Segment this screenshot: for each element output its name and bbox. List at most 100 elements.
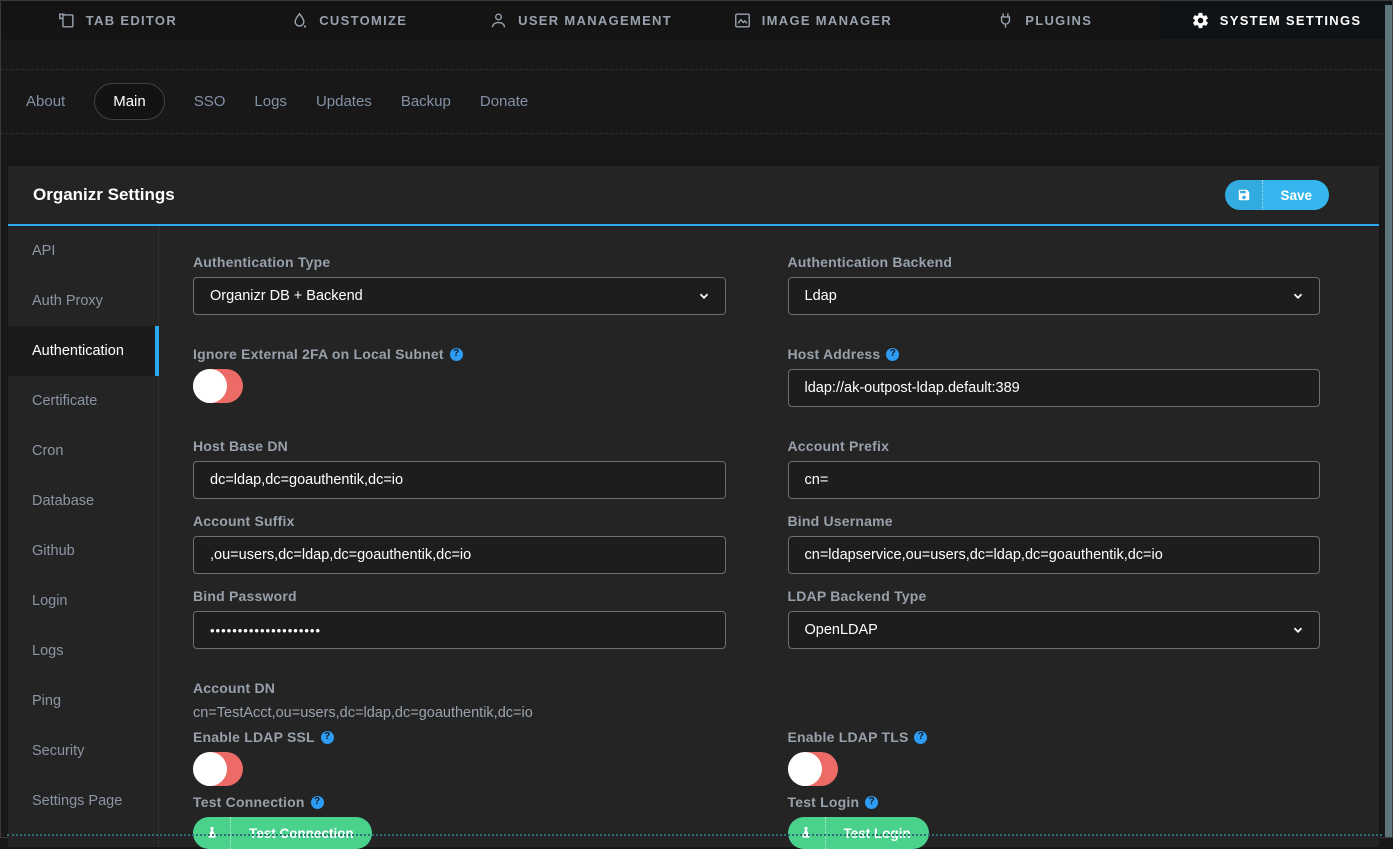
field-authentication-backend: Authentication Backend Ldap bbox=[788, 254, 1321, 315]
field-test-login: Test Login ? Test Login bbox=[788, 794, 1321, 849]
sidebar-item-ping[interactable]: Ping bbox=[8, 676, 158, 726]
nav-tab-editor[interactable]: TAB EDITOR bbox=[1, 1, 233, 39]
customize-icon bbox=[290, 11, 309, 30]
bind-password-input[interactable] bbox=[193, 611, 726, 649]
nav-user-management[interactable]: USER MANAGEMENT bbox=[465, 1, 697, 39]
flask-icon bbox=[788, 817, 826, 849]
nav-label: SYSTEM SETTINGS bbox=[1220, 13, 1362, 28]
field-label: Ignore External 2FA on Local Subnet bbox=[193, 346, 444, 362]
field-account-suffix: Account Suffix bbox=[193, 513, 726, 574]
sidebar-item-api[interactable]: API bbox=[8, 226, 158, 276]
subnav-logs[interactable]: Logs bbox=[254, 84, 287, 119]
sidebar-item-authentication[interactable]: Authentication bbox=[8, 326, 159, 376]
field-label: Host Base DN bbox=[193, 438, 726, 454]
nav-customize[interactable]: CUSTOMIZE bbox=[233, 1, 465, 39]
select-value: Organizr DB + Backend bbox=[210, 288, 363, 304]
nav-label: PLUGINS bbox=[1025, 13, 1092, 28]
settings-sidebar: API Auth Proxy Authentication Certificat… bbox=[8, 226, 159, 847]
test-login-button[interactable]: Test Login bbox=[788, 817, 929, 849]
floppy-disk-icon bbox=[1225, 180, 1263, 210]
field-label: Account DN bbox=[193, 680, 726, 696]
question-circle-icon[interactable]: ? bbox=[886, 348, 899, 361]
field-label: LDAP Backend Type bbox=[788, 588, 1321, 604]
account-suffix-input[interactable] bbox=[193, 536, 726, 574]
field-authentication-type: Authentication Type Organizr DB + Backen… bbox=[193, 254, 726, 315]
field-label: Test Login bbox=[788, 794, 860, 810]
enable-ldap-ssl-toggle[interactable] bbox=[193, 752, 243, 786]
field-test-connection: Test Connection ? Test Connection bbox=[193, 794, 726, 849]
authentication-backend-select[interactable]: Ldap bbox=[788, 277, 1321, 315]
window-scrollbar-track[interactable] bbox=[1385, 5, 1392, 837]
authentication-form: Authentication Type Organizr DB + Backen… bbox=[159, 226, 1379, 847]
sidebar-item-login[interactable]: Login bbox=[8, 576, 158, 626]
field-bind-password: Bind Password bbox=[193, 588, 726, 649]
bind-username-input[interactable] bbox=[788, 536, 1321, 574]
test-connection-button[interactable]: Test Connection bbox=[193, 817, 372, 849]
host-base-dn-input[interactable] bbox=[193, 461, 726, 499]
sidebar-item-auth-proxy[interactable]: Auth Proxy bbox=[8, 276, 158, 326]
field-bind-username: Bind Username bbox=[788, 513, 1321, 574]
chevron-down-icon bbox=[1291, 289, 1305, 303]
toggle-knob bbox=[193, 752, 227, 786]
field-enable-ldap-ssl: Enable LDAP SSL ? bbox=[193, 729, 726, 786]
nav-system-settings[interactable]: SYSTEM SETTINGS bbox=[1160, 1, 1392, 39]
nav-plugins[interactable]: PLUGINS bbox=[928, 1, 1160, 39]
plug-icon bbox=[996, 11, 1015, 30]
field-host-address: Host Address ? bbox=[788, 346, 1321, 407]
field-label: Bind Username bbox=[788, 513, 1321, 529]
save-button-label: Save bbox=[1263, 180, 1329, 210]
subnav-main[interactable]: Main bbox=[94, 83, 165, 120]
sidebar-item-cron[interactable]: Cron bbox=[8, 426, 158, 476]
nav-image-manager[interactable]: IMAGE MANAGER bbox=[696, 1, 928, 39]
question-circle-icon[interactable]: ? bbox=[450, 348, 463, 361]
top-navigation: TAB EDITOR CUSTOMIZE USER MANAGEMENT IMA… bbox=[1, 1, 1392, 39]
subnav-backup[interactable]: Backup bbox=[401, 84, 451, 119]
nav-label: IMAGE MANAGER bbox=[762, 13, 892, 28]
select-value: Ldap bbox=[805, 288, 837, 304]
field-ignore-2fa: Ignore External 2FA on Local Subnet ? bbox=[193, 346, 726, 407]
question-circle-icon[interactable]: ? bbox=[865, 796, 878, 809]
panel-bottom-border bbox=[7, 834, 1382, 836]
flask-icon bbox=[193, 817, 231, 849]
enable-ldap-tls-toggle[interactable] bbox=[788, 752, 838, 786]
image-icon bbox=[733, 11, 752, 30]
subnav-sso[interactable]: SSO bbox=[194, 84, 226, 119]
field-label: Authentication Backend bbox=[788, 254, 1321, 270]
authentication-type-select[interactable]: Organizr DB + Backend bbox=[193, 277, 726, 315]
sidebar-item-logs[interactable]: Logs bbox=[8, 626, 158, 676]
user-icon bbox=[489, 11, 508, 30]
question-circle-icon[interactable]: ? bbox=[321, 731, 334, 744]
field-account-prefix: Account Prefix bbox=[788, 438, 1321, 499]
sidebar-item-security[interactable]: Security bbox=[8, 726, 158, 776]
subnav-donate[interactable]: Donate bbox=[480, 84, 528, 119]
question-circle-icon[interactable]: ? bbox=[311, 796, 324, 809]
field-ldap-backend-type: LDAP Backend Type OpenLDAP bbox=[788, 588, 1321, 649]
select-value: OpenLDAP bbox=[805, 622, 878, 638]
toggle-knob bbox=[788, 752, 822, 786]
field-enable-ldap-tls: Enable LDAP TLS ? bbox=[788, 729, 1321, 786]
field-label: Authentication Type bbox=[193, 254, 726, 270]
host-address-input[interactable] bbox=[788, 369, 1321, 407]
page-title: Organizr Settings bbox=[33, 185, 175, 205]
chevron-down-icon bbox=[697, 289, 711, 303]
field-label: Host Address bbox=[788, 346, 881, 362]
test-login-button-label: Test Login bbox=[826, 817, 929, 849]
field-label: Test Connection bbox=[193, 794, 305, 810]
subnav-about[interactable]: About bbox=[26, 84, 65, 119]
save-button[interactable]: Save bbox=[1225, 180, 1329, 210]
subnav-updates[interactable]: Updates bbox=[316, 84, 372, 119]
sidebar-item-certificate[interactable]: Certificate bbox=[8, 376, 158, 426]
ignore-2fa-toggle[interactable] bbox=[193, 369, 243, 403]
gear-icon bbox=[1191, 11, 1210, 30]
panel-header: Organizr Settings Save bbox=[8, 166, 1379, 226]
spacer bbox=[788, 680, 1321, 721]
account-dn-value: cn=TestAcct,ou=users,dc=ldap,dc=goauthen… bbox=[193, 703, 726, 721]
sidebar-item-settings-page[interactable]: Settings Page bbox=[8, 776, 158, 826]
nav-label: USER MANAGEMENT bbox=[518, 13, 672, 28]
field-label: Bind Password bbox=[193, 588, 726, 604]
ldap-backend-type-select[interactable]: OpenLDAP bbox=[788, 611, 1321, 649]
account-prefix-input[interactable] bbox=[788, 461, 1321, 499]
sidebar-item-github[interactable]: Github bbox=[8, 526, 158, 576]
question-circle-icon[interactable]: ? bbox=[914, 731, 927, 744]
sidebar-item-database[interactable]: Database bbox=[8, 476, 158, 526]
